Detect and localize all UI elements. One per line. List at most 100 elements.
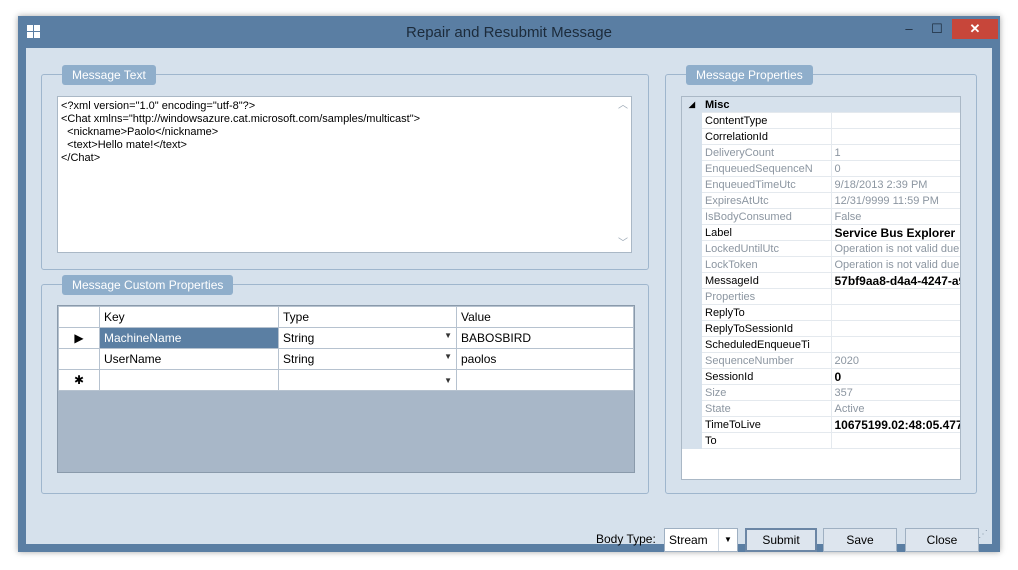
scroll-up-icon[interactable]: ︿ [618,99,628,112]
save-button[interactable]: Save [823,528,897,552]
property-value[interactable]: 357 [831,384,960,401]
property-value[interactable]: 2020 [831,352,960,369]
property-row[interactable]: IsBodyConsumed False [682,208,960,225]
maximize-button[interactable]: ☐ [924,19,950,39]
key-cell[interactable]: UserName [99,348,279,370]
property-row[interactable]: CorrelationId [682,128,960,145]
collapse-category-icon[interactable]: ◢ [682,97,702,113]
property-row[interactable]: LockedUntilUtc Operation is not valid due… [682,240,960,257]
value-cell[interactable]: BABOSBIRD [456,327,634,349]
custom-properties-group: Message Custom Properties Key Type Value… [41,275,649,494]
property-row[interactable]: State Active [682,400,960,417]
close-button[interactable]: Close [905,528,979,552]
property-value[interactable] [831,112,960,129]
type-cell[interactable]: String ▼ [278,327,457,349]
property-value[interactable]: 10675199.02:48:05.4775 [831,416,960,433]
new-row-asterisk-icon[interactable]: ✱ [58,369,100,391]
key-cell[interactable]: MachineName [99,327,279,349]
body-type-select[interactable]: Stream ▼ [664,528,738,552]
property-row[interactable]: EnqueuedSequenceN 0 [682,160,960,177]
property-name: ScheduledEnqueueTi [702,336,832,353]
category-label: Misc [702,97,960,113]
property-value[interactable]: 12/31/9999 11:59 PM [831,192,960,209]
property-value[interactable] [831,304,960,321]
property-value[interactable]: Service Bus Explorer [831,224,960,241]
property-name: CorrelationId [702,128,832,145]
property-row[interactable]: TimeToLive 10675199.02:48:05.4775 [682,416,960,433]
property-row[interactable]: ReplyTo [682,304,960,321]
custom-properties-grid[interactable]: Key Type Value ▶ MachineName String ▼ BAB… [57,305,635,473]
chevron-down-icon[interactable]: ▼ [444,352,452,361]
property-value[interactable]: 9/18/2013 2:39 PM [831,176,960,193]
property-value[interactable]: 0 [831,368,960,385]
new-row[interactable]: ✱ ▼ [58,369,634,391]
property-row[interactable]: SessionId 0 [682,368,960,385]
chevron-down-icon[interactable]: ▼ [444,331,452,340]
table-row[interactable]: ▶ MachineName String ▼ BABOSBIRD [58,327,634,349]
scroll-down-icon[interactable]: ﹀ [618,237,628,250]
resize-grip-icon[interactable]: ⋰ [978,529,988,540]
property-row[interactable]: Properties [682,288,960,305]
close-window-button[interactable]: ✕ [952,19,998,39]
property-grid[interactable]: ◢ Misc ContentType CorrelationId Deliver… [681,96,961,480]
property-name: ExpiresAtUtc [702,192,832,209]
property-value[interactable] [831,320,960,337]
body-type-value: Stream [669,533,708,547]
property-row[interactable]: Size 357 [682,384,960,401]
property-name: Size [702,384,832,401]
chevron-down-icon[interactable]: ▼ [718,529,737,551]
message-text-line: <nickname>Paolo</nickname> [61,126,219,138]
property-row[interactable]: SequenceNumber 2020 [682,352,960,369]
property-value[interactable] [831,336,960,353]
property-value[interactable]: 0 [831,160,960,177]
property-value[interactable]: Operation is not valid due to th [831,240,960,257]
type-cell[interactable]: ▼ [278,369,457,391]
property-name: Properties [702,288,832,305]
message-text-editor[interactable]: <?xml version="1.0" encoding="utf-8"?> <… [57,96,632,253]
property-row[interactable]: ReplyToSessionId [682,320,960,337]
property-row[interactable]: EnqueuedTimeUtc 9/18/2013 2:39 PM [682,176,960,193]
property-name: ContentType [702,112,832,129]
property-row[interactable]: Label Service Bus Explorer [682,224,960,241]
minimize-button[interactable]: – [896,19,922,39]
value-cell[interactable]: paolos [456,348,634,370]
row-header[interactable] [58,348,100,370]
grid-header-row: Key Type Value [58,306,634,328]
property-row[interactable]: MessageId57bf9aa8-d4a4-4247-a94l [682,272,960,289]
column-header-key[interactable]: Key [99,306,279,328]
property-value[interactable]: False [831,208,960,225]
message-text-scrollbar[interactable]: ︿ ﹀ [615,97,631,252]
table-row[interactable]: UserName String ▼ paolos [58,348,634,370]
key-cell[interactable] [99,369,279,391]
message-text-group: Message Text <?xml version="1.0" encodin… [41,65,649,270]
property-value[interactable]: Operation is not valid due to th [831,256,960,273]
property-value[interactable] [831,288,960,305]
property-row[interactable]: To [682,432,960,449]
message-text-line: <text>Hello mate!</text> [61,139,187,151]
property-value[interactable]: 1 [831,144,960,161]
property-name: EnqueuedSequenceN [702,160,832,177]
message-properties-group: Message Properties ◢ Misc ContentType Co… [665,65,977,494]
property-row[interactable]: LockTokenOperation is not valid due to t… [682,256,960,273]
property-value[interactable] [831,128,960,145]
title-bar[interactable]: Repair and Resubmit Message – ☐ ✕ [18,16,1000,48]
type-cell[interactable]: String ▼ [278,348,457,370]
property-value[interactable] [831,432,960,449]
column-header-value[interactable]: Value [456,306,634,328]
chevron-down-icon[interactable]: ▼ [444,376,452,385]
property-value[interactable]: 57bf9aa8-d4a4-4247-a94l [831,272,960,289]
dialog-client-area: Message Text <?xml version="1.0" encodin… [26,48,992,552]
value-cell[interactable] [456,369,634,391]
message-text-line: <?xml version="1.0" encoding="utf-8"?> [61,100,256,112]
property-row[interactable]: ExpiresAtUtc 12/31/9999 11:59 PM [682,192,960,209]
row-selected-indicator-icon[interactable]: ▶ [58,327,100,349]
property-row[interactable]: DeliveryCount 1 [682,144,960,161]
property-name: MessageId [702,272,832,289]
property-value[interactable]: Active [831,400,960,417]
property-category-row[interactable]: ◢ Misc [682,97,960,113]
property-row[interactable]: ScheduledEnqueueTi [682,336,960,353]
property-row[interactable]: ContentType [682,112,960,129]
column-header-type[interactable]: Type [278,306,457,328]
submit-button[interactable]: Submit [745,528,817,552]
property-name: IsBodyConsumed [702,208,832,225]
